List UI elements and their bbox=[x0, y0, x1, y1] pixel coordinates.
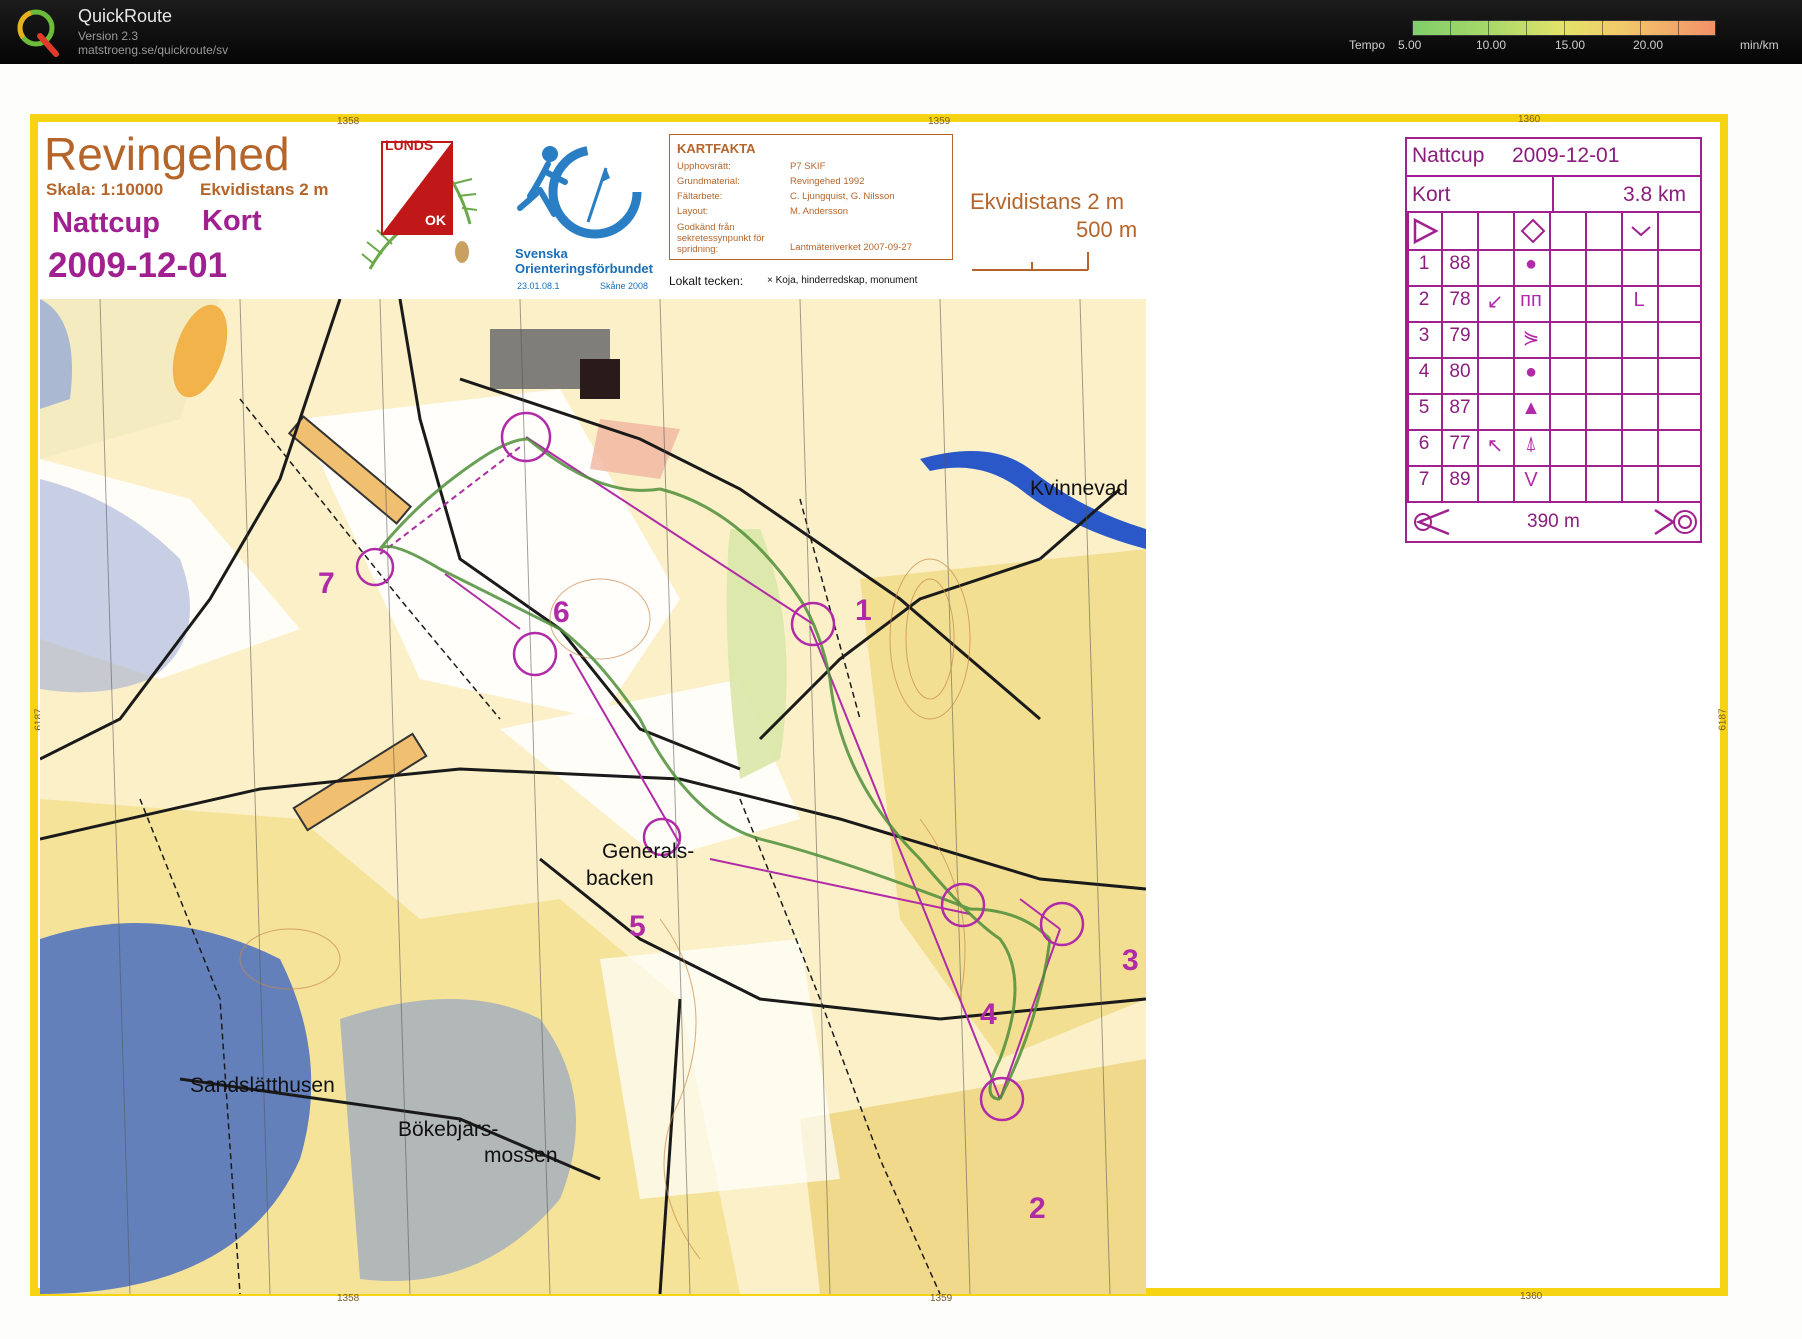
app-title-bar: QuickRoute Version 2.3 matstroeng.se/qui… bbox=[0, 0, 1802, 64]
grid-label: 1358 bbox=[337, 1293, 360, 1304]
map-facts-box: KARTFAKTA Upphovsrätt: P7 SKIF Grundmate… bbox=[669, 134, 953, 260]
description-feature: ᴨᴨ bbox=[1520, 289, 1542, 311]
app-version: Version 2.3 bbox=[78, 29, 139, 43]
quickroute-q-logo bbox=[17, 9, 59, 57]
course-name: Kort bbox=[202, 205, 262, 237]
description-feature: ⍋ bbox=[1525, 433, 1537, 455]
description-direction: ↙ bbox=[1486, 291, 1504, 313]
place-name-bokebjarsmossen: Bökebjärs- bbox=[398, 1118, 499, 1141]
checkmark-icon bbox=[1631, 226, 1651, 237]
map-facts-value: Lantmäteriverket 2007-09-27 bbox=[790, 242, 912, 253]
tempo-tick-label: 15.00 bbox=[1555, 38, 1586, 52]
place-name-sandslatthusen: Sandslätthusen bbox=[190, 1074, 335, 1097]
scale-bar-label: 500 m bbox=[1076, 217, 1138, 242]
control-number: 6 bbox=[553, 596, 570, 629]
map-facts-key: Godkänd från sekretessynpunkt för spridn… bbox=[677, 222, 765, 255]
map-scale: Skala: 1:10000 bbox=[46, 180, 164, 199]
map-facts-key: Grundmaterial: bbox=[677, 176, 740, 187]
description-number: 6 bbox=[1418, 433, 1430, 454]
description-code: 87 bbox=[1449, 397, 1471, 418]
local-symbols-label: Lokalt tecken: bbox=[669, 274, 744, 288]
map-facts-key: Upphovsrätt: bbox=[677, 161, 731, 172]
description-extra: L bbox=[1633, 289, 1645, 311]
sof-runner-logo-icon bbox=[517, 145, 642, 239]
grid-label: 6187 bbox=[1717, 708, 1729, 731]
tempo-tick-label: 5.00 bbox=[1398, 38, 1422, 52]
tempo-scale-ticks bbox=[1412, 20, 1716, 36]
description-number: 5 bbox=[1418, 397, 1430, 418]
control-number: 3 bbox=[1122, 944, 1139, 977]
map-facts-value: M. Andersson bbox=[790, 206, 849, 217]
control-number: 4 bbox=[980, 998, 997, 1031]
description-feature: ⋟ bbox=[1522, 327, 1540, 349]
description-code: 79 bbox=[1449, 325, 1471, 346]
place-name-bokebjarsmossen-2: mossen bbox=[484, 1144, 558, 1167]
map-facts-key: Fältarbete: bbox=[677, 191, 723, 202]
local-symbols-detail: × Koja, hinderredskap, monument bbox=[767, 275, 918, 286]
place-name-kvinnevad: Kvinnevad bbox=[1030, 477, 1129, 500]
map-document[interactable]: 1358 1359 1360 1358 1359 1360 6187 6187 … bbox=[0, 64, 1802, 1339]
description-feature: V bbox=[1524, 469, 1538, 491]
tempo-unit: min/km bbox=[1740, 38, 1779, 52]
description-direction: ↖ bbox=[1486, 435, 1504, 457]
grid-label: 1360 bbox=[1520, 1291, 1543, 1302]
description-event: Nattcup bbox=[1412, 144, 1485, 167]
description-code: 77 bbox=[1449, 433, 1471, 454]
map-title: Revingehed bbox=[44, 128, 290, 180]
grid-label: 1359 bbox=[930, 1293, 953, 1304]
description-code: 78 bbox=[1449, 289, 1471, 310]
map-contour-interval: Ekvidistans 2 m bbox=[200, 180, 329, 199]
control-number: 7 bbox=[318, 567, 335, 600]
club-name-ok: OK bbox=[425, 212, 446, 228]
control-number: 2 bbox=[1029, 1192, 1046, 1225]
map-facts-title: KARTFAKTA bbox=[677, 141, 756, 156]
description-feature: ● bbox=[1524, 361, 1538, 383]
description-number: 1 bbox=[1418, 253, 1430, 274]
description-number: 7 bbox=[1418, 469, 1430, 490]
app-url: matstroeng.se/quickroute/sv bbox=[78, 43, 229, 57]
orienteering-map[interactable] bbox=[40, 299, 1146, 1294]
tempo-label: Tempo bbox=[1349, 38, 1386, 52]
description-number: 3 bbox=[1418, 325, 1430, 346]
description-number: 2 bbox=[1418, 289, 1430, 310]
event-date: 2009-12-01 bbox=[48, 246, 228, 285]
grid-label: 1359 bbox=[928, 116, 951, 127]
tempo-tick-label: 20.00 bbox=[1633, 38, 1664, 52]
finish-distance: 390 m bbox=[1527, 511, 1580, 532]
club-name: LUNDS bbox=[385, 137, 434, 153]
scale-block-contour: Ekvidistans 2 m bbox=[970, 189, 1125, 214]
finish-start-icon bbox=[1414, 508, 1450, 536]
description-code: 89 bbox=[1449, 469, 1471, 490]
grid-label: 1360 bbox=[1518, 114, 1541, 125]
description-number: 4 bbox=[1418, 361, 1430, 382]
lunds-ok-logo-icon bbox=[361, 141, 477, 270]
federation-region: Skåne 2008 bbox=[600, 281, 649, 291]
description-course: Kort bbox=[1412, 183, 1451, 206]
map-facts-key: Layout: bbox=[677, 206, 709, 217]
description-date: 2009-12-01 bbox=[1512, 144, 1620, 167]
finish-circle-icon bbox=[1654, 508, 1697, 536]
description-length: 3.8 km bbox=[1623, 183, 1687, 206]
rootstock-diamond-icon bbox=[1520, 218, 1546, 244]
event-name: Nattcup bbox=[52, 207, 160, 239]
description-code: 80 bbox=[1449, 361, 1471, 382]
description-feature: ● bbox=[1524, 253, 1538, 275]
place-name-generalsbacken-2: backen bbox=[586, 867, 654, 890]
scale-bar bbox=[972, 252, 1089, 271]
control-description-sheet: Nattcup 2009-12-01 Kort 3.8 km 1 88 ● 2 … bbox=[1405, 137, 1702, 543]
app-name: QuickRoute bbox=[78, 6, 173, 26]
place-name-generalsbacken: Generals- bbox=[602, 840, 695, 863]
description-code: 88 bbox=[1449, 253, 1471, 274]
map-facts-value: P7 SKIF bbox=[790, 161, 826, 172]
map-facts-value: Revingehed 1992 bbox=[790, 176, 865, 187]
start-triangle-icon bbox=[1413, 217, 1439, 245]
description-feature: ▲ bbox=[1521, 397, 1541, 419]
map-facts-value: C. Ljungquist, G. Nilsson bbox=[790, 191, 895, 202]
control-number: 1 bbox=[855, 594, 872, 627]
grid-label: 1358 bbox=[337, 116, 360, 127]
tempo-tick-label: 10.00 bbox=[1476, 38, 1507, 52]
control-number: 5 bbox=[629, 910, 646, 943]
federation-name: Svenska Orienteringsförbundet bbox=[515, 246, 653, 276]
federation-date: 23.01.08.1 bbox=[517, 281, 560, 291]
